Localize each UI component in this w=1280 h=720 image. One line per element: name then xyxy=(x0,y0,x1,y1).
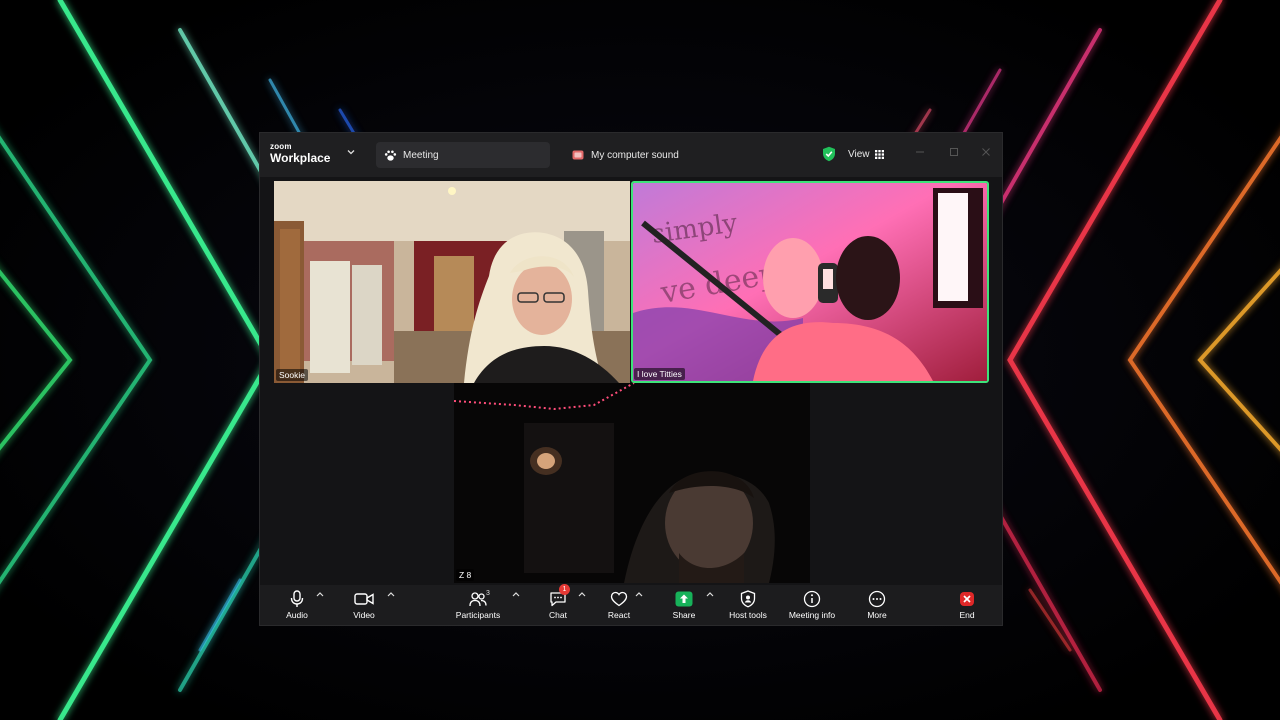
video-gallery: Sookie simply ve deep xyxy=(260,177,1002,587)
brand-name-text: Workplace xyxy=(270,151,331,165)
shield-icon xyxy=(738,590,758,608)
video-options-chevron-icon[interactable] xyxy=(387,591,395,597)
meeting-info-button[interactable]: Meeting info xyxy=(784,587,840,623)
host-tools-label: Host tools xyxy=(729,610,767,620)
share-options-chevron-icon[interactable] xyxy=(706,591,714,597)
video-camera-icon xyxy=(354,590,374,608)
grid-icon xyxy=(874,149,884,159)
chat-options-chevron-icon[interactable] xyxy=(578,591,586,597)
zoom-meeting-window: zoom Workplace Meeting My computer sound… xyxy=(259,132,1003,626)
react-label: React xyxy=(607,610,631,620)
brand-small-text: zoom xyxy=(270,142,292,151)
participant-video: simply ve deep xyxy=(633,183,987,381)
react-button[interactable]: React xyxy=(606,587,632,623)
more-dots-icon xyxy=(867,590,887,608)
participant-count: 3 xyxy=(486,590,490,597)
participant-name-label: Sookie xyxy=(276,369,308,381)
audio-share-icon xyxy=(571,148,585,162)
end-meeting-button[interactable]: End xyxy=(956,587,978,623)
participants-label: Participants xyxy=(455,610,501,620)
participant-name-label: I love Titties xyxy=(634,368,685,380)
security-shield-icon[interactable] xyxy=(822,146,836,162)
video-button[interactable]: Video xyxy=(348,587,380,623)
tab-computer-sound-label: My computer sound xyxy=(591,149,679,161)
video-label: Video xyxy=(353,610,375,620)
audio-options-chevron-icon[interactable] xyxy=(316,591,324,597)
participant-name-label: Z 8 xyxy=(456,569,475,581)
tab-computer-sound[interactable]: My computer sound xyxy=(564,142,724,168)
end-label: End xyxy=(959,610,975,620)
more-button[interactable]: More xyxy=(864,587,890,623)
zoom-workplace-logo[interactable]: zoom Workplace xyxy=(270,142,331,166)
more-label: More xyxy=(867,610,887,620)
participant-video xyxy=(454,383,810,583)
participants-options-chevron-icon[interactable] xyxy=(512,591,520,597)
react-options-chevron-icon[interactable] xyxy=(635,591,643,597)
participants-button[interactable]: 3 Participants xyxy=(453,587,503,623)
chat-button[interactable]: 1 Chat xyxy=(546,584,570,623)
minimize-icon[interactable] xyxy=(914,146,926,158)
view-label: View xyxy=(848,148,870,160)
title-bar: zoom Workplace Meeting My computer sound… xyxy=(260,133,1002,177)
host-tools-button[interactable]: Host tools xyxy=(726,587,770,623)
participants-icon xyxy=(468,590,488,608)
tab-meeting[interactable]: Meeting xyxy=(376,142,550,168)
maximize-icon[interactable] xyxy=(948,146,960,158)
meeting-info-label: Meeting info xyxy=(788,610,836,620)
info-icon xyxy=(802,590,822,608)
video-tile-z8[interactable]: Z 8 xyxy=(454,383,810,583)
video-tile-active-speaker[interactable]: simply ve deep I love Titties xyxy=(631,181,989,383)
video-tile-sookie[interactable]: Sookie xyxy=(274,181,630,383)
paw-icon xyxy=(383,148,397,162)
audio-label: Audio xyxy=(286,610,308,620)
chevron-down-icon[interactable] xyxy=(346,147,356,157)
share-label: Share xyxy=(672,610,696,620)
meeting-toolbar: Audio Video 3 Participants 1 Chat React … xyxy=(260,584,1002,625)
chat-label: Chat xyxy=(549,610,567,620)
audio-button[interactable]: Audio xyxy=(282,587,312,623)
share-button[interactable]: Share xyxy=(670,587,698,623)
tab-meeting-label: Meeting xyxy=(403,149,439,161)
close-icon[interactable] xyxy=(980,146,992,158)
heart-icon xyxy=(609,590,629,608)
microphone-icon xyxy=(287,590,307,608)
participant-video xyxy=(274,181,630,383)
view-button[interactable]: View xyxy=(848,144,884,164)
chat-unread-badge: 1 xyxy=(559,584,570,595)
share-screen-icon xyxy=(674,590,694,608)
end-call-icon xyxy=(957,590,977,608)
